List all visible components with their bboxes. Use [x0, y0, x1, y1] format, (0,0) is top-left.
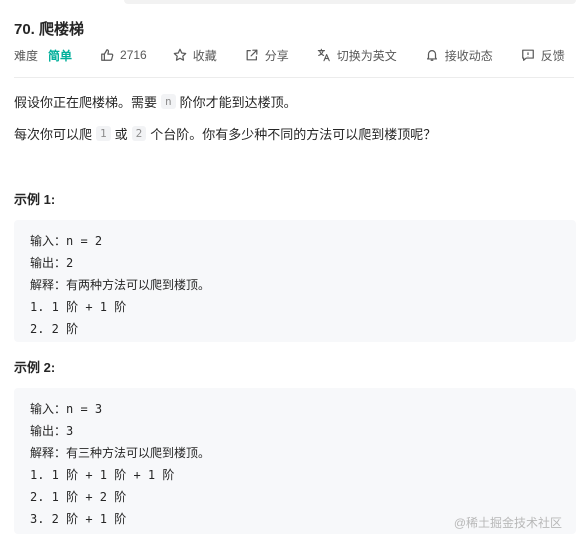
like-button[interactable]: 2716 [100, 48, 147, 62]
p2-text-before: 每次你可以爬 [14, 127, 93, 142]
feedback-label: 反馈 [540, 48, 565, 63]
share-button[interactable]: 分享 [245, 47, 289, 64]
inline-code-1: 1 [96, 126, 111, 141]
watermark: @稀土掘金技术社区 [453, 516, 562, 530]
description-paragraph-1: 假设你正在爬楼梯。需要 n 阶你才能到达楼顶。 [14, 92, 297, 111]
bell-icon [425, 48, 439, 62]
p2-text-mid: 或 [114, 127, 128, 142]
translate-icon [317, 48, 331, 62]
thumbs-up-icon [100, 48, 114, 62]
share-icon [245, 48, 259, 62]
inline-code-2: 2 [131, 126, 147, 141]
switch-language-label: 切换为英文 [336, 48, 397, 63]
star-icon [173, 48, 187, 62]
example-1-block: 输入：n = 2 输出：2 解释：有两种方法可以爬到楼顶。 1. 1 阶 + 1… [14, 220, 576, 342]
favorite-button[interactable]: 收藏 [173, 47, 217, 64]
example-2-line: 3. 2 阶 + 1 阶 [30, 512, 127, 526]
example-1-line: 2. 2 阶 [30, 322, 79, 336]
share-label: 分享 [264, 48, 289, 63]
p1-text-before: 假设你正在爬楼梯。需要 [14, 95, 158, 110]
example-1-line: 输出：2 [30, 256, 74, 270]
example-2-line: 2. 1 阶 + 2 阶 [30, 490, 127, 504]
favorite-label: 收藏 [192, 48, 217, 63]
example-1-line: 解释：有两种方法可以爬到楼顶。 [30, 278, 211, 292]
example-1-line: 输入：n = 2 [30, 234, 103, 248]
switch-language-button[interactable]: 切换为英文 [317, 47, 397, 64]
description-paragraph-2: 每次你可以爬 1 或 2 个台阶。你有多少种不同的方法可以爬到楼顶呢？ [14, 124, 436, 143]
problem-page: 70. 爬楼梯 难度 简单 2716 收藏 分享 切换为英文 接收动态 反馈 假… [0, 0, 576, 544]
divider [14, 77, 574, 78]
like-count: 2716 [120, 48, 147, 62]
p1-text-after: 阶你才能到达楼顶。 [179, 95, 297, 110]
difficulty-label: 难度 [14, 48, 39, 63]
problem-title: 70. 爬楼梯 [14, 21, 85, 38]
example-2-line: 1. 1 阶 + 1 阶 + 1 阶 [30, 468, 175, 482]
example-1-line: 1. 1 阶 + 1 阶 [30, 300, 127, 314]
feedback-button[interactable]: 反馈 [521, 47, 565, 64]
p2-text-after: 个台阶。你有多少种不同的方法可以爬到楼顶呢？ [150, 127, 437, 142]
message-icon [521, 48, 535, 62]
notify-button[interactable]: 接收动态 [425, 47, 493, 64]
example-2-block: 输入：n = 3 输出：3 解释：有三种方法可以爬到楼顶。 1. 1 阶 + 1… [14, 388, 576, 534]
example-1-title: 示例 1: [14, 192, 56, 207]
notify-label: 接收动态 [444, 48, 493, 63]
example-2-line: 输入：n = 3 [30, 402, 103, 416]
example-2-title: 示例 2: [14, 360, 56, 375]
difficulty-badge: 简单 [48, 48, 73, 63]
meta-bar: 难度 简单 2716 收藏 分享 切换为英文 接收动态 反馈 [14, 46, 565, 64]
top-strip-shadow [124, 0, 576, 4]
example-2-line: 输出：3 [30, 424, 74, 438]
example-2-line: 解释：有三种方法可以爬到楼顶。 [30, 446, 211, 460]
inline-code-n: n [161, 94, 176, 109]
